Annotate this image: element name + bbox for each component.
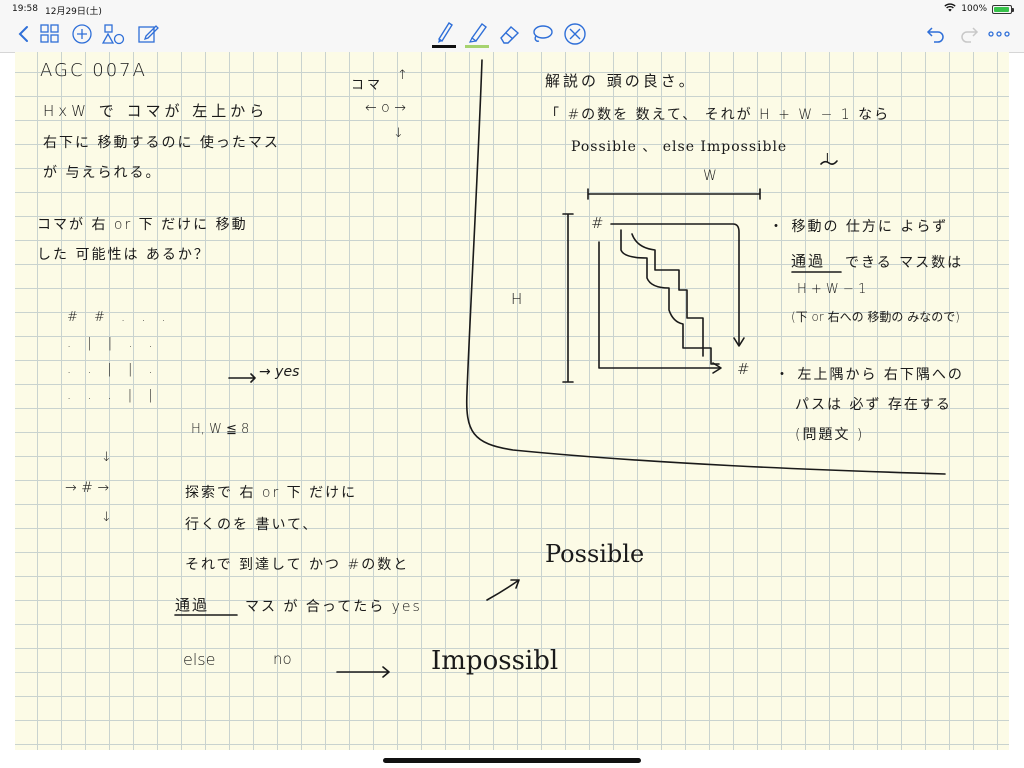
notebook-page[interactable]: AGC 007A HxW で コマが 左上から 右下に 移動するのに 使ったマス… <box>15 52 1009 750</box>
koma-label: コマ <box>351 78 384 93</box>
solution-title: 解説の 頭の良さ。 <box>545 72 697 90</box>
status-date: 12月29日(土) <box>45 7 102 17</box>
note1-line-3: H + W − 1 <box>797 282 867 297</box>
close-circle-icon[interactable] <box>561 20 589 48</box>
home-indicator[interactable] <box>383 758 641 763</box>
koma-center: ← o → <box>365 100 406 116</box>
search-line-1: 探索で 右 or 下 だけに <box>185 485 358 501</box>
redo-icon[interactable] <box>955 20 983 48</box>
battery-icon <box>992 4 1014 14</box>
constraint-text: H, W ≦ 8 <box>191 422 250 437</box>
edit-icon[interactable] <box>134 20 162 48</box>
path-stair-1 <box>620 229 720 365</box>
status-right: 100% <box>944 3 1014 15</box>
else-text: else <box>183 650 216 669</box>
arrow-impossible <box>336 666 390 678</box>
question-line-2: した 可能性は あるか？ <box>37 247 210 263</box>
w-dimension-line <box>587 188 761 200</box>
grid-row-1: # # . . . <box>67 310 172 325</box>
note2-line-2: パスは 必ず 存在する <box>795 397 952 413</box>
lasso-icon[interactable] <box>528 20 556 48</box>
path-stair-2 <box>631 233 704 357</box>
note1-line-2: できる マス数は <box>845 255 964 271</box>
wifi-icon <box>944 3 956 15</box>
path-outer-right <box>610 223 740 345</box>
grid-row-3: . . | | . <box>67 362 159 377</box>
koma-down: ↓ <box>393 126 404 141</box>
possible-text: Possible <box>545 540 645 568</box>
solution-line-1: 「 #の数を 数えて、 それが H + W − 1 なら <box>545 107 891 123</box>
note2-line-3: (問題文 ) <box>795 427 865 443</box>
solution-end: 」 <box>823 149 837 165</box>
problem-line-1: HxW で コマが 左上から <box>43 102 269 120</box>
status-time: 19:58 <box>12 4 38 14</box>
koma-up: ↑ <box>397 68 408 83</box>
title-text: AGC 007A <box>40 60 147 81</box>
arrow-down-bottom: ↓ <box>101 510 112 525</box>
path-outer-left <box>598 241 720 369</box>
back-icon[interactable] <box>10 20 38 48</box>
eraser-icon[interactable] <box>496 20 524 48</box>
pen-icon[interactable] <box>430 20 458 48</box>
arrow-hash: → # → <box>65 480 110 496</box>
h-label: H <box>511 290 523 308</box>
arrow-possible <box>486 579 520 601</box>
note1-line-4: (下 or 右への 移動の みなので) <box>791 310 960 324</box>
hash-top: # <box>591 214 604 232</box>
thumbnails-icon[interactable] <box>36 20 64 48</box>
w-label: W <box>703 168 717 184</box>
more-icon[interactable] <box>985 20 1013 48</box>
arrow-yes <box>228 373 256 383</box>
search-line-4-tsuuka: 通過 <box>175 596 210 614</box>
note1-line-1: ・ 移動の 仕方に よらず <box>769 219 949 235</box>
arrow-down-top: ↓ <box>101 450 112 465</box>
h-dimension-line <box>562 213 574 383</box>
search-line-4: マス が 合ってたら yes <box>245 599 422 615</box>
no-text: no <box>273 650 292 668</box>
highlighter-icon[interactable] <box>463 20 491 48</box>
add-icon[interactable] <box>68 20 96 48</box>
search-line-2: 行くのを 書いて、 <box>185 517 319 533</box>
battery-percent: 100% <box>961 4 987 14</box>
yes-text: → yes <box>259 364 300 380</box>
problem-line-3: が 与えられる。 <box>43 165 162 181</box>
note1-line-2-tsuuka: 通過 <box>791 252 826 270</box>
hash-bottom: # <box>737 360 750 378</box>
question-line-1: コマが 右 or 下 だけに 移動 <box>37 217 248 233</box>
grid-row-4: . . . | | <box>67 388 159 403</box>
shapes-icon[interactable] <box>100 20 128 48</box>
search-line-3: それで 到達して かつ #の数と <box>185 557 410 573</box>
undo-icon[interactable] <box>922 20 950 48</box>
status-bar: 19:58 12月29日(土) 100% <box>0 0 1024 18</box>
problem-line-2: 右下に 移動するのに 使ったマス <box>43 135 280 151</box>
toolbar <box>0 18 1024 53</box>
note2-line-1: ・ 左上隅から 右下隅への <box>775 367 964 383</box>
impossible-text: Impossibl <box>431 646 559 676</box>
solution-line-2: Possible 、 else Impossible <box>571 139 788 155</box>
grid-row-2: . | | . . <box>67 336 159 351</box>
